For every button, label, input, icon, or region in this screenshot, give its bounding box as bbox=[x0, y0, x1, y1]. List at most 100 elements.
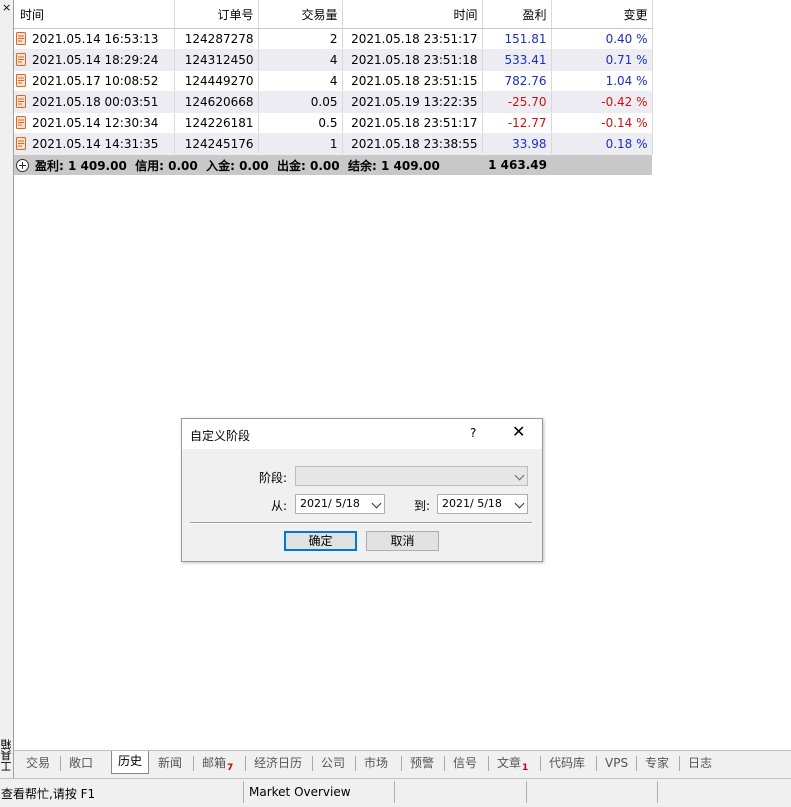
close-icon[interactable]: ✕ bbox=[512, 424, 525, 440]
help-icon[interactable]: ? bbox=[470, 426, 476, 440]
tab-label: 公司 bbox=[321, 756, 346, 770]
order-document-icon bbox=[16, 137, 26, 150]
dialog-titlebar: 自定义阶段 ? ✕ bbox=[182, 419, 542, 449]
tab-label: 经济日历 bbox=[254, 756, 303, 770]
table-row[interactable]: 2021.05.14 12:30:34 124226181 0.5 2021.05.1… bbox=[14, 112, 653, 134]
tab-divider bbox=[596, 756, 597, 771]
tab-8[interactable]: 预警 bbox=[404, 753, 440, 773]
status-help-text: 查看帮忙,请按 F1 bbox=[1, 787, 96, 801]
tab-12[interactable]: VPS bbox=[599, 753, 634, 773]
tab-badge: 1 bbox=[522, 763, 529, 773]
tab-4[interactable]: 邮箱7 bbox=[196, 753, 239, 773]
expand-plus-icon[interactable] bbox=[16, 158, 29, 172]
tab-label: 文章 bbox=[497, 756, 522, 770]
to-date-picker[interactable]: 2021/ 5/18 bbox=[437, 494, 528, 514]
tab-0[interactable]: 交易 bbox=[20, 753, 56, 773]
toolbox-tab-bar: 交易 敞口 历史 新闻 邮箱7 经济日历 公司 市场 预警 信号 文章1 代码库 VPS 专家 日志 bbox=[14, 750, 791, 779]
table-row[interactable]: 2021.05.14 14:31:35 124245176 1 2021.05.18 … bbox=[14, 133, 653, 155]
volume-cell: 0.5 bbox=[258, 112, 343, 134]
ok-button[interactable]: 确定 bbox=[284, 531, 357, 551]
tab-5[interactable]: 经济日历 bbox=[248, 753, 308, 773]
tab-label: 交易 bbox=[26, 756, 51, 770]
profit-cell: -25.70 bbox=[482, 91, 552, 113]
open-time-value: 2021.05.14 18:29:24 bbox=[32, 53, 159, 67]
volume-cell: 4 bbox=[258, 49, 343, 71]
summary-text: 盈利: 1 409.00 信用: 0.00 入金: 0.00 出金: 0.00 … bbox=[35, 158, 440, 173]
tab-1[interactable]: 敞口 bbox=[63, 753, 99, 773]
tab-3[interactable]: 新闻 bbox=[152, 753, 188, 773]
tab-14[interactable]: 日志 bbox=[682, 753, 718, 773]
from-label: 从: bbox=[271, 499, 288, 513]
status-divider bbox=[657, 781, 658, 803]
history-table: 时间 订单号 交易量 时间 盈利 变更 2021.05.14 16:53:13 1… bbox=[14, 0, 653, 175]
table-row[interactable]: 2021.05.14 18:29:24 124312450 4 2021.05.18 … bbox=[14, 49, 653, 71]
change-cell: 0.71 % bbox=[551, 49, 653, 71]
tab-label: 新闻 bbox=[158, 756, 183, 770]
close-icon[interactable]: × bbox=[2, 2, 11, 13]
table-header-row: 时间 订单号 交易量 时间 盈利 变更 bbox=[14, 0, 653, 29]
header-close-time[interactable]: 时间 bbox=[342, 0, 483, 29]
header-change[interactable]: 变更 bbox=[551, 0, 653, 29]
tab-label: 专家 bbox=[645, 756, 670, 770]
order-document-icon bbox=[16, 53, 26, 66]
open-time-cell: 2021.05.14 14:31:35 bbox=[14, 133, 175, 155]
open-time-value: 2021.05.18 00:03:51 bbox=[32, 95, 159, 109]
volume-cell: 2 bbox=[258, 28, 343, 50]
tab-label: 邮箱 bbox=[202, 756, 227, 770]
tab-divider bbox=[355, 756, 356, 771]
change-cell: 1.04 % bbox=[551, 70, 653, 92]
profit-cell: 151.81 bbox=[482, 28, 552, 50]
open-time-value: 2021.05.14 12:30:34 bbox=[32, 116, 159, 130]
header-volume[interactable]: 交易量 bbox=[258, 0, 343, 29]
volume-cell: 4 bbox=[258, 70, 343, 92]
profit-cell: 33.98 bbox=[482, 133, 552, 155]
custom-period-dialog: 自定义阶段 ? ✕ 阶段: 从: 2021/ 5/18 到: 2021/ 5/1… bbox=[181, 418, 543, 562]
chevron-down-icon[interactable] bbox=[371, 498, 382, 509]
tab-divider bbox=[60, 756, 61, 771]
tab-label: 预警 bbox=[410, 756, 435, 770]
status-bar: 查看帮忙,请按 F1 Market Overview bbox=[0, 778, 791, 807]
tab-6[interactable]: 公司 bbox=[315, 753, 351, 773]
cancel-button[interactable]: 取消 bbox=[366, 531, 439, 551]
tab-7[interactable]: 市场 bbox=[358, 753, 394, 773]
tab-10[interactable]: 文章1 bbox=[491, 753, 534, 773]
tab-11[interactable]: 代码库 bbox=[543, 753, 591, 773]
header-profit[interactable]: 盈利 bbox=[482, 0, 552, 29]
close-time-cell: 2021.05.18 23:51:17 bbox=[342, 112, 483, 134]
close-time-cell: 2021.05.19 13:22:35 bbox=[342, 91, 483, 113]
tab-label: 市场 bbox=[364, 756, 389, 770]
tab-2[interactable]: 历史 bbox=[111, 751, 150, 774]
header-open-time[interactable]: 时间 bbox=[14, 0, 175, 29]
summary-empty bbox=[551, 154, 652, 175]
profit-cell: 782.76 bbox=[482, 70, 552, 92]
change-cell: -0.14 % bbox=[551, 112, 653, 134]
table-row[interactable]: 2021.05.14 16:53:13 124287278 2 2021.05.18 … bbox=[14, 28, 653, 50]
period-label: 阶段: bbox=[259, 471, 288, 485]
status-divider bbox=[526, 781, 527, 803]
volume-cell: 1 bbox=[258, 133, 343, 155]
order-document-icon bbox=[16, 116, 26, 129]
order-document-icon bbox=[16, 95, 26, 108]
header-order[interactable]: 订单号 bbox=[174, 0, 259, 29]
tab-9[interactable]: 信号 bbox=[447, 753, 483, 773]
tab-label: 敞口 bbox=[69, 756, 94, 770]
order-cell: 124226181 bbox=[174, 112, 259, 134]
profit-cell: 533.41 bbox=[482, 49, 552, 71]
chevron-down-icon[interactable] bbox=[514, 498, 525, 509]
open-time-value: 2021.05.17 10:08:52 bbox=[32, 74, 159, 88]
from-date-picker[interactable]: 2021/ 5/18 bbox=[295, 494, 385, 514]
table-row[interactable]: 2021.05.18 00:03:51 124620668 0.05 2021.05.… bbox=[14, 91, 653, 113]
tab-divider bbox=[245, 756, 246, 771]
table-row[interactable]: 2021.05.17 10:08:52 124449270 4 2021.05.18 … bbox=[14, 70, 653, 92]
order-cell: 124287278 bbox=[174, 28, 259, 50]
open-time-cell: 2021.05.14 16:53:13 bbox=[14, 28, 175, 50]
to-date-value: 2021/ 5/18 bbox=[442, 497, 502, 510]
open-time-value: 2021.05.14 16:53:13 bbox=[32, 32, 159, 46]
tab-13[interactable]: 专家 bbox=[639, 753, 675, 773]
toolbox-label[interactable]: 工具箱 bbox=[0, 739, 13, 772]
summary-row: 盈利: 1 409.00 信用: 0.00 入金: 0.00 出金: 0.00 … bbox=[14, 154, 652, 175]
order-document-icon bbox=[16, 32, 26, 45]
order-cell: 124312450 bbox=[174, 49, 259, 71]
open-time-cell: 2021.05.14 18:29:24 bbox=[14, 49, 175, 71]
open-time-cell: 2021.05.17 10:08:52 bbox=[14, 70, 175, 92]
